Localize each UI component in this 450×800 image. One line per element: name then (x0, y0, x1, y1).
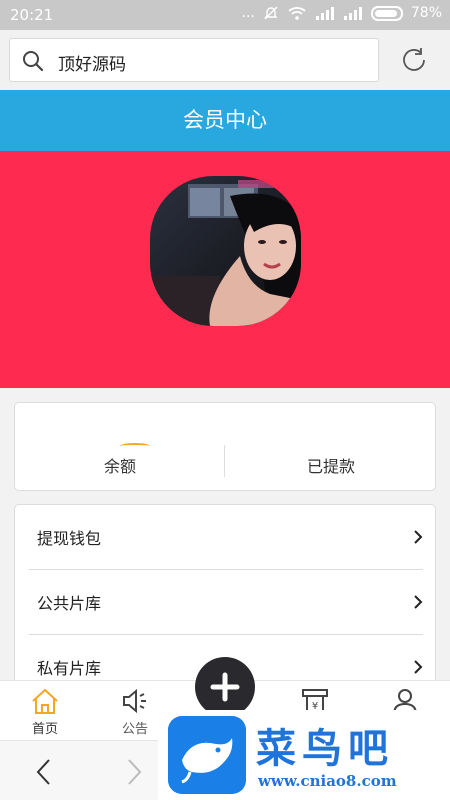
mute-bell-icon (264, 6, 278, 20)
status-dots: ... (241, 5, 255, 21)
address-text: 顶好源码 (58, 55, 126, 75)
tab-label: 首页 (31, 722, 58, 737)
menu-item-label: 公共片库 (37, 594, 102, 613)
status-time: 20:21 (10, 6, 54, 24)
wifi-icon (288, 7, 306, 20)
balance-label[interactable]: 余额 (40, 453, 200, 477)
forward-arrow-icon[interactable] (124, 757, 144, 787)
menu-item-public-library[interactable]: 公共片库 (15, 570, 435, 634)
browser-toolbar: 顶好源码 (0, 30, 450, 90)
avatar[interactable] (150, 176, 301, 326)
watermark-url: www.cniao8.com (258, 772, 397, 790)
page-title: 会员中心 (0, 90, 450, 151)
menu-item-withdraw-wallet[interactable]: 提现钱包 (15, 505, 435, 569)
bird-logo-icon (168, 716, 246, 794)
withdrawn-label[interactable]: 已提款 (251, 453, 411, 477)
chevron-right-icon (414, 530, 423, 544)
status-bar: 20:21 ... 78% (0, 0, 450, 30)
add-button[interactable] (195, 657, 255, 717)
loading-indicator (120, 443, 150, 449)
chevron-right-icon (414, 660, 423, 674)
menu-item-label: 私有片库 (37, 659, 102, 678)
address-bar[interactable]: 顶好源码 (9, 38, 379, 82)
home-icon (32, 688, 58, 714)
watermark: 菜鸟吧 www.cniao8.com (158, 710, 450, 800)
refresh-icon[interactable] (398, 44, 430, 76)
divider (224, 445, 225, 477)
plus-icon (210, 672, 240, 702)
back-arrow-icon[interactable] (34, 757, 54, 787)
chevron-right-icon (414, 595, 423, 609)
search-icon (23, 51, 44, 72)
balance-card: 余额 已提款 (14, 402, 436, 491)
battery-icon (370, 5, 403, 21)
signal-icon-2 (343, 7, 362, 20)
signal-icon-1 (315, 7, 334, 20)
status-icons: ... 78% (242, 5, 442, 21)
watermark-title: 菜鸟吧 (256, 725, 394, 772)
profile-banner (0, 151, 450, 388)
tab-home[interactable]: 首页 (0, 681, 90, 741)
speaker-icon (123, 688, 146, 714)
menu-item-label: 提现钱包 (37, 529, 102, 548)
battery-percent: 78% (410, 5, 442, 21)
